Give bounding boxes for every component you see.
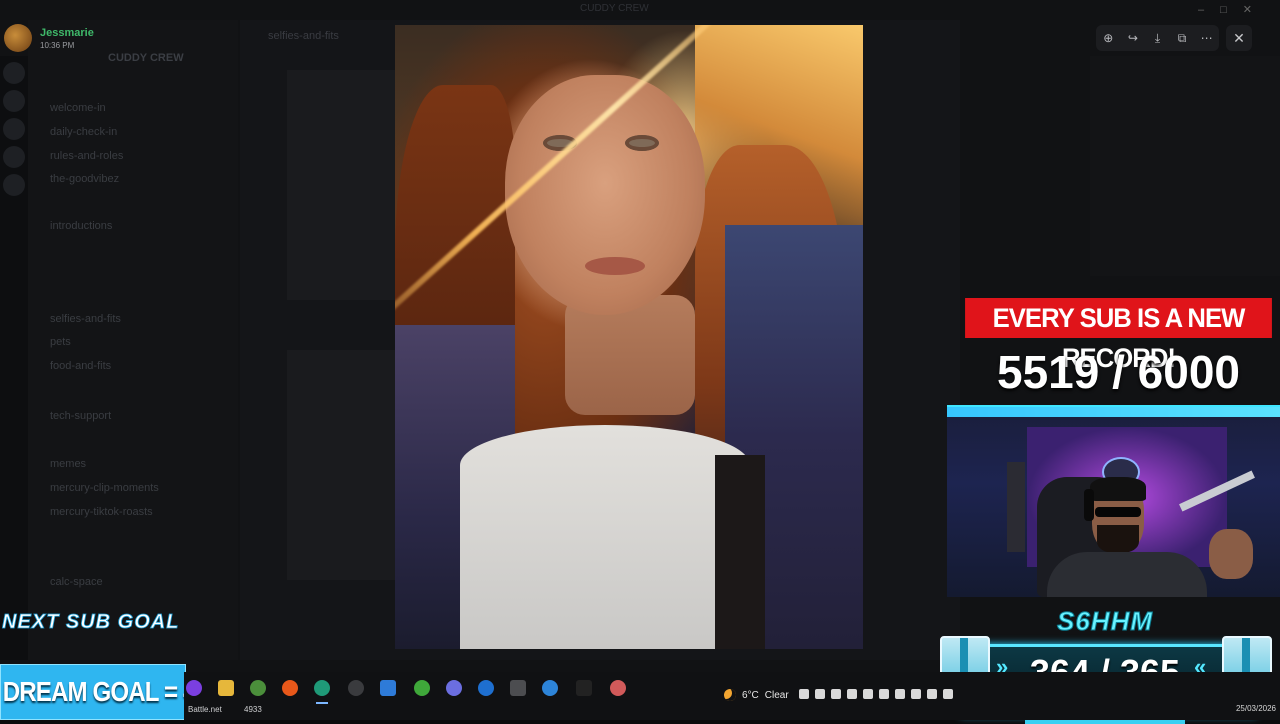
channel-item[interactable]: calc-space <box>50 576 103 588</box>
file-explorer-icon[interactable] <box>218 680 234 696</box>
obs-icon[interactable] <box>186 680 202 696</box>
weather-temp: 6°C <box>742 689 759 701</box>
close-icon[interactable]: ✕ <box>1226 25 1252 51</box>
app3-icon[interactable] <box>610 680 626 696</box>
channel-item[interactable]: the-goodvibez <box>50 173 119 185</box>
moon-icon <box>724 689 736 701</box>
channel-item[interactable]: rules-and-roles <box>50 150 123 162</box>
app2-icon[interactable] <box>510 680 526 696</box>
channel-item[interactable]: food-and-fits <box>50 360 111 372</box>
webcam-feed <box>947 405 1280 597</box>
channel-item[interactable]: welcome-in <box>50 102 106 114</box>
battlenet2-icon[interactable] <box>542 680 558 696</box>
channel-list: CUDDY CREW welcome-in daily-check-in rul… <box>28 20 238 660</box>
record-count: 5519 / 6000 <box>996 346 1240 398</box>
cod-icon[interactable] <box>576 680 592 696</box>
channel-item[interactable]: introductions <box>50 220 112 232</box>
dream-goal-text: DREAM GOAL = 400 <box>2 676 222 707</box>
record-banner: EVERY SUB IS A NEW RECORD! <box>965 298 1272 373</box>
selfie-photo <box>395 25 863 649</box>
system-tray <box>799 689 953 699</box>
chat-image-placeholder[interactable] <box>287 70 397 300</box>
server-name[interactable]: CUDDY CREW <box>108 52 184 64</box>
uploader-header: Jessmarie 10:36 PM <box>4 24 94 52</box>
open-external-icon[interactable]: ⧉ <box>1172 31 1192 46</box>
member-panel <box>1090 56 1280 276</box>
image-viewer-toolbar: ⊕ ↪ ⤓ ⧉ ⋯ <box>1096 25 1219 51</box>
dream-goal-box: DREAM GOAL = 400 <box>0 664 222 720</box>
weather-widget[interactable]: 6°C Clear <box>724 689 789 701</box>
clock-date[interactable]: 25/03/2026 <box>1236 704 1276 713</box>
channel-item[interactable]: daily-check-in <box>50 126 117 138</box>
app-icon[interactable] <box>348 680 364 696</box>
chrome-icon[interactable] <box>250 680 266 696</box>
zoom-icon[interactable]: ⊕ <box>1098 31 1118 45</box>
taskbar-count: 4933 <box>244 705 262 714</box>
tray-icon[interactable] <box>863 689 873 699</box>
edge-icon[interactable] <box>314 680 330 704</box>
firefox-icon[interactable] <box>282 680 298 696</box>
server-icon[interactable] <box>3 118 25 140</box>
upload-time: 10:36 PM <box>40 40 75 50</box>
tray-icon[interactable] <box>847 689 857 699</box>
avatar[interactable] <box>4 24 32 52</box>
more-icon[interactable]: ⋯ <box>1197 31 1217 45</box>
tray-icon[interactable] <box>895 689 905 699</box>
tray-icon[interactable] <box>927 689 937 699</box>
server-icon[interactable] <box>3 62 25 84</box>
battlenet-icon[interactable] <box>478 680 494 696</box>
server-icon[interactable] <box>3 90 25 112</box>
channel-item[interactable]: selfies-and-fits <box>50 313 121 325</box>
weather-desc: Clear <box>764 689 789 701</box>
download-icon[interactable]: ⤓ <box>1147 31 1167 46</box>
channel-item[interactable]: mercury-clip-moments <box>50 482 159 494</box>
streamer-name: S6HHM <box>1056 606 1153 637</box>
tray-icon[interactable] <box>799 689 809 699</box>
tray-icon[interactable] <box>911 689 921 699</box>
channel-item[interactable]: pets <box>50 336 71 348</box>
window-controls[interactable]: –□✕ <box>1198 3 1268 16</box>
next-sub-goal: NEXT SUB GOAL <box>2 611 180 634</box>
chat-image-placeholder[interactable] <box>287 350 397 580</box>
tray-icon[interactable] <box>831 689 841 699</box>
window-title: CUDDY CREW <box>580 3 649 14</box>
tray-icon[interactable] <box>815 689 825 699</box>
davinci-icon[interactable] <box>380 680 396 696</box>
channel-item[interactable]: memes <box>50 458 86 470</box>
streamlabs-icon[interactable] <box>446 680 462 696</box>
tray-icon[interactable] <box>943 689 953 699</box>
server-icon[interactable] <box>3 146 25 168</box>
tray-icon[interactable] <box>879 689 889 699</box>
forward-icon[interactable]: ↪ <box>1123 31 1143 45</box>
xbox-icon[interactable] <box>414 680 430 696</box>
taskbar-caption: Battle.net <box>188 705 222 714</box>
taskbar: Battle.net 4933 6°C Clear 25/03/2026 <box>184 672 1280 720</box>
server-icon[interactable] <box>3 174 25 196</box>
server-rail <box>0 56 28 660</box>
channel-title: selfies-and-fits <box>268 30 339 42</box>
channel-item[interactable]: tech-support <box>50 410 111 422</box>
uploader-name[interactable]: Jessmarie <box>40 27 94 39</box>
channel-item[interactable]: mercury-tiktok-roasts <box>50 506 153 518</box>
